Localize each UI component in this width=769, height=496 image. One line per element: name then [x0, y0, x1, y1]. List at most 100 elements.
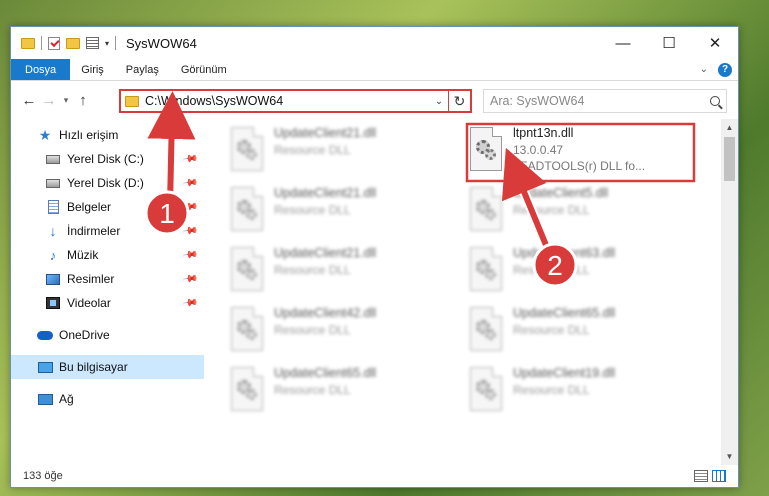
file-meta: UpdateClient63.dll Resource DLL: [513, 243, 615, 279]
videos-icon: [45, 296, 61, 310]
refresh-button[interactable]: ↻: [448, 91, 470, 111]
window-controls: — ☐ ✕: [600, 27, 738, 59]
dll-file-icon: [467, 187, 505, 233]
item-count: 133 öğe: [23, 470, 63, 482]
music-icon: ♪: [49, 247, 57, 263]
toolbar-separator: [115, 36, 117, 50]
back-button[interactable]: ←: [19, 92, 39, 109]
properties-icon[interactable]: [86, 37, 99, 49]
pin-icon: 📌: [181, 294, 199, 312]
file-type: Resource DLL: [274, 143, 351, 157]
toolbar-separator: [41, 36, 42, 50]
scroll-down-icon[interactable]: ▼: [721, 448, 738, 465]
sidebar-item-pictures[interactable]: Resimler 📌: [11, 267, 204, 291]
file-item[interactable]: UpdateClient63.dll Resource DLL: [467, 243, 695, 299]
dll-file-icon: [467, 367, 505, 413]
tab-file[interactable]: Dosya: [11, 59, 71, 80]
file-item[interactable]: UpdateClient5.dll Resource DLL: [467, 183, 695, 239]
sidebar-item-onedrive[interactable]: OneDrive: [11, 323, 204, 347]
file-name: UpdateClient19.dll: [513, 366, 616, 380]
pin-icon: 📌: [181, 270, 199, 288]
tab-view[interactable]: Görünüm: [170, 59, 238, 80]
pictures-icon: [45, 272, 61, 286]
file-type: Resource DLL: [274, 203, 351, 217]
close-button[interactable]: ✕: [692, 27, 738, 59]
new-folder-icon[interactable]: [66, 37, 80, 49]
search-input[interactable]: Ara: SysWOW64: [490, 94, 710, 108]
sidebar-item-documents[interactable]: Belgeler 📌: [11, 195, 204, 219]
customize-toolbar-icon[interactable]: ▾: [105, 39, 109, 48]
recent-locations-icon[interactable]: ▾: [59, 95, 73, 106]
file-name: UpdateClient21.dll: [274, 246, 377, 260]
search-icon[interactable]: [710, 96, 720, 106]
sidebar-item-downloads[interactable]: ↓ İndirmeler 📌: [11, 219, 204, 243]
sidebar-item-label: Hızlı erişim: [59, 128, 119, 142]
file-name: UpdateClient21.dll: [274, 126, 377, 140]
address-path[interactable]: C:\Windows\SysWOW64: [145, 94, 430, 108]
file-item[interactable]: UpdateClient21.dll Resource DLL: [228, 123, 456, 179]
file-item[interactable]: UpdateClient19.dll Resource DLL: [467, 363, 695, 419]
downloads-icon: ↓: [49, 223, 57, 239]
forward-button[interactable]: →: [39, 92, 59, 109]
expand-ribbon-icon[interactable]: ⌄: [700, 64, 708, 75]
quick-access-toolbar: ▾: [11, 36, 117, 50]
file-item[interactable]: UpdateClient42.dll Resource DLL: [228, 303, 456, 359]
file-item[interactable]: UpdateClient65.dll Resource DLL: [467, 303, 695, 359]
help-icon[interactable]: ?: [718, 62, 732, 77]
file-meta: UpdateClient21.dll Resource DLL: [274, 123, 376, 159]
window-title: SysWOW64: [126, 35, 197, 51]
file-type: Resource DLL: [513, 203, 590, 217]
minimize-button[interactable]: —: [600, 27, 646, 59]
file-item[interactable]: UpdateClient21.dll Resource DLL: [228, 183, 456, 239]
file-type: Resource DLL: [513, 383, 590, 397]
sidebar-item-music[interactable]: ♪ Müzik 📌: [11, 243, 204, 267]
explorer-window: ▾ SysWOW64 — ☐ ✕ Dosya Giriş Paylaş Görü…: [10, 26, 739, 488]
scroll-up-icon[interactable]: ▲: [721, 119, 738, 136]
highlighted-file-item[interactable]: ltpnt13n.dll 13.0.0.47 LEADTOOLS(r) DLL …: [467, 123, 695, 179]
folder-icon[interactable]: [21, 37, 35, 49]
file-item[interactable]: UpdateClient21.dll Resource DLL: [228, 243, 456, 299]
sidebar-item-videos[interactable]: Videolar 📌: [11, 291, 204, 315]
dll-file-icon: [228, 307, 266, 353]
details-view-icon[interactable]: [694, 470, 708, 482]
view-switcher: [694, 470, 726, 482]
maximize-button[interactable]: ☐: [646, 27, 692, 59]
file-name: UpdateClient65.dll: [513, 306, 616, 320]
this-pc-icon: [37, 360, 53, 374]
tab-share[interactable]: Paylaş: [115, 59, 170, 80]
sidebar-item-label: OneDrive: [59, 328, 110, 342]
file-type: Resource DLL: [513, 263, 590, 277]
sidebar-item-quick-access[interactable]: ★ Hızlı erişim: [11, 123, 204, 147]
file-name: ltpnt13n.dll: [513, 126, 574, 140]
up-button[interactable]: ↑: [73, 92, 93, 109]
network-icon: [37, 392, 53, 406]
navigation-bar: ← → ▾ ↑ C:\Windows\SysWOW64 ⌄ ↻ Ara: Sys…: [11, 81, 738, 119]
dll-file-icon: [467, 307, 505, 353]
sidebar-item-label: İndirmeler: [67, 224, 121, 238]
ribbon-tabs: Dosya Giriş Paylaş Görünüm ⌄ ?: [11, 59, 738, 81]
pin-icon: 📌: [181, 198, 199, 216]
file-list: UpdateClient21.dll Resource DLL UpdateCl…: [204, 119, 738, 465]
file-name: UpdateClient21.dll: [274, 186, 377, 200]
file-name: UpdateClient5.dll: [513, 186, 609, 200]
tiles-view-icon[interactable]: [712, 470, 726, 482]
address-bar[interactable]: C:\Windows\SysWOW64 ⌄ ↻: [119, 89, 472, 113]
file-meta: ltpnt13n.dll 13.0.0.47 LEADTOOLS(r) DLL …: [513, 123, 645, 175]
sidebar-item-network[interactable]: Ağ: [11, 387, 204, 411]
file-item[interactable]: UpdateClient65.dll Resource DLL: [228, 363, 456, 419]
dll-file-icon: [467, 247, 505, 293]
file-description: LEADTOOLS(r) DLL fo...: [513, 159, 646, 173]
search-box[interactable]: Ara: SysWOW64: [483, 89, 727, 113]
tab-home[interactable]: Giriş: [70, 59, 115, 80]
sidebar-item-local-disk-d[interactable]: Yerel Disk (D:) 📌: [11, 171, 204, 195]
vertical-scrollbar[interactable]: ▲ ▼: [721, 119, 738, 465]
properties-check-icon[interactable]: [48, 36, 60, 50]
scrollbar-thumb[interactable]: [724, 137, 735, 181]
dll-file-icon: [467, 127, 505, 173]
dll-file-icon: [228, 247, 266, 293]
status-bar: 133 öğe: [11, 465, 738, 487]
sidebar-item-this-pc[interactable]: Bu bilgisayar: [11, 355, 204, 379]
sidebar-item-label: Ağ: [59, 392, 74, 406]
address-dropdown-icon[interactable]: ⌄: [430, 96, 448, 107]
sidebar-item-local-disk-c[interactable]: Yerel Disk (C:) 📌: [11, 147, 204, 171]
